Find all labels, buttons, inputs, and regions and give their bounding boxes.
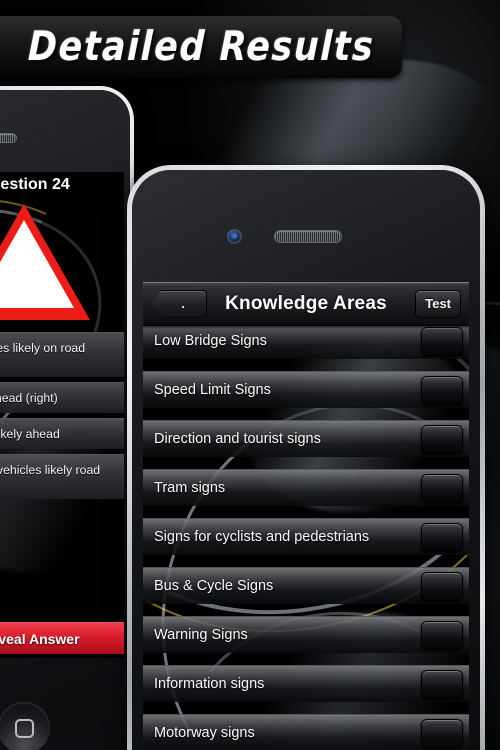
list-item[interactable]: Motorway signs <box>143 714 469 750</box>
answer-option[interactable]: Side road ahead (right) <box>0 382 124 413</box>
right-phone-body: . Knowledge Areas Test Low Bridge Signs … <box>132 170 480 750</box>
list-item[interactable]: Warning Signs <box>143 616 469 653</box>
list-item[interactable]: Speed Limit Signs <box>143 371 469 408</box>
list-item-accessory-button[interactable] <box>421 473 463 503</box>
list-item-label: Tram signs <box>154 480 226 496</box>
list-item-accessory-button[interactable] <box>421 571 463 601</box>
list-item-label: Signs for cyclists and pedestrians <box>154 529 370 545</box>
list-item[interactable]: Signs for cyclists and pedestrians <box>143 518 469 555</box>
list-item-label: Low Bridge Signs <box>154 333 267 349</box>
answer-option-list: Traffic queues likely on road ahead Side… <box>0 332 124 504</box>
back-button[interactable]: . <box>151 289 207 318</box>
navigation-bar: . Knowledge Areas Test <box>143 282 469 326</box>
list-item-accessory-button[interactable] <box>421 522 463 552</box>
list-item-accessory-button[interactable] <box>421 326 463 356</box>
list-item-accessory-button[interactable] <box>421 718 463 748</box>
answer-option[interactable]: Side winds likely ahead <box>0 418 124 449</box>
earpiece-speaker-icon <box>275 231 341 242</box>
list-item[interactable]: Information signs <box>143 665 469 702</box>
answer-option[interactable]: Agricultural vehicles likely road ahead <box>0 454 124 499</box>
knowledge-areas-list[interactable]: Low Bridge Signs Speed Limit Signs Direc… <box>143 322 469 750</box>
list-item-label: Warning Signs <box>154 627 248 643</box>
right-phone-device: . Knowledge Areas Test Low Bridge Signs … <box>127 165 485 750</box>
list-item-accessory-button[interactable] <box>421 375 463 405</box>
list-item-accessory-button[interactable] <box>421 669 463 699</box>
earpiece-speaker-icon <box>0 134 16 142</box>
list-item-accessory-button[interactable] <box>421 620 463 650</box>
page-title: Detailed Results <box>27 23 375 71</box>
right-phone-screen: . Knowledge Areas Test Low Bridge Signs … <box>143 282 469 750</box>
list-item-accessory-button[interactable] <box>421 424 463 454</box>
list-item[interactable]: Low Bridge Signs <box>143 322 469 359</box>
road-sign-triangle-inner-icon <box>0 220 74 308</box>
left-phone-device: Question 24 Traffic queues likely on roa… <box>0 86 134 750</box>
reveal-answer-button[interactable]: Reveal Answer <box>0 622 124 654</box>
list-item[interactable]: Tram signs <box>143 469 469 506</box>
answer-option[interactable]: Traffic queues likely on road ahead <box>0 332 124 377</box>
list-item-label: Information signs <box>154 676 265 692</box>
home-button-square-icon <box>14 718 34 738</box>
left-phone-screen: Question 24 Traffic queues likely on roa… <box>0 172 124 658</box>
front-camera-icon <box>228 230 241 243</box>
list-item-label: Motorway signs <box>154 725 255 741</box>
list-item-label: Bus & Cycle Signs <box>154 578 274 594</box>
list-item-label: Speed Limit Signs <box>154 382 271 398</box>
question-number-label: Question 24 <box>0 176 70 193</box>
left-phone-body: Question 24 Traffic queues likely on roa… <box>0 90 130 750</box>
page-title-banner: Detailed Results <box>0 16 402 78</box>
list-item[interactable]: Bus & Cycle Signs <box>143 567 469 604</box>
home-button[interactable] <box>0 702 50 750</box>
list-item-label: Direction and tourist signs <box>154 431 321 447</box>
test-button[interactable]: Test <box>415 289 461 318</box>
list-item[interactable]: Direction and tourist signs <box>143 420 469 457</box>
